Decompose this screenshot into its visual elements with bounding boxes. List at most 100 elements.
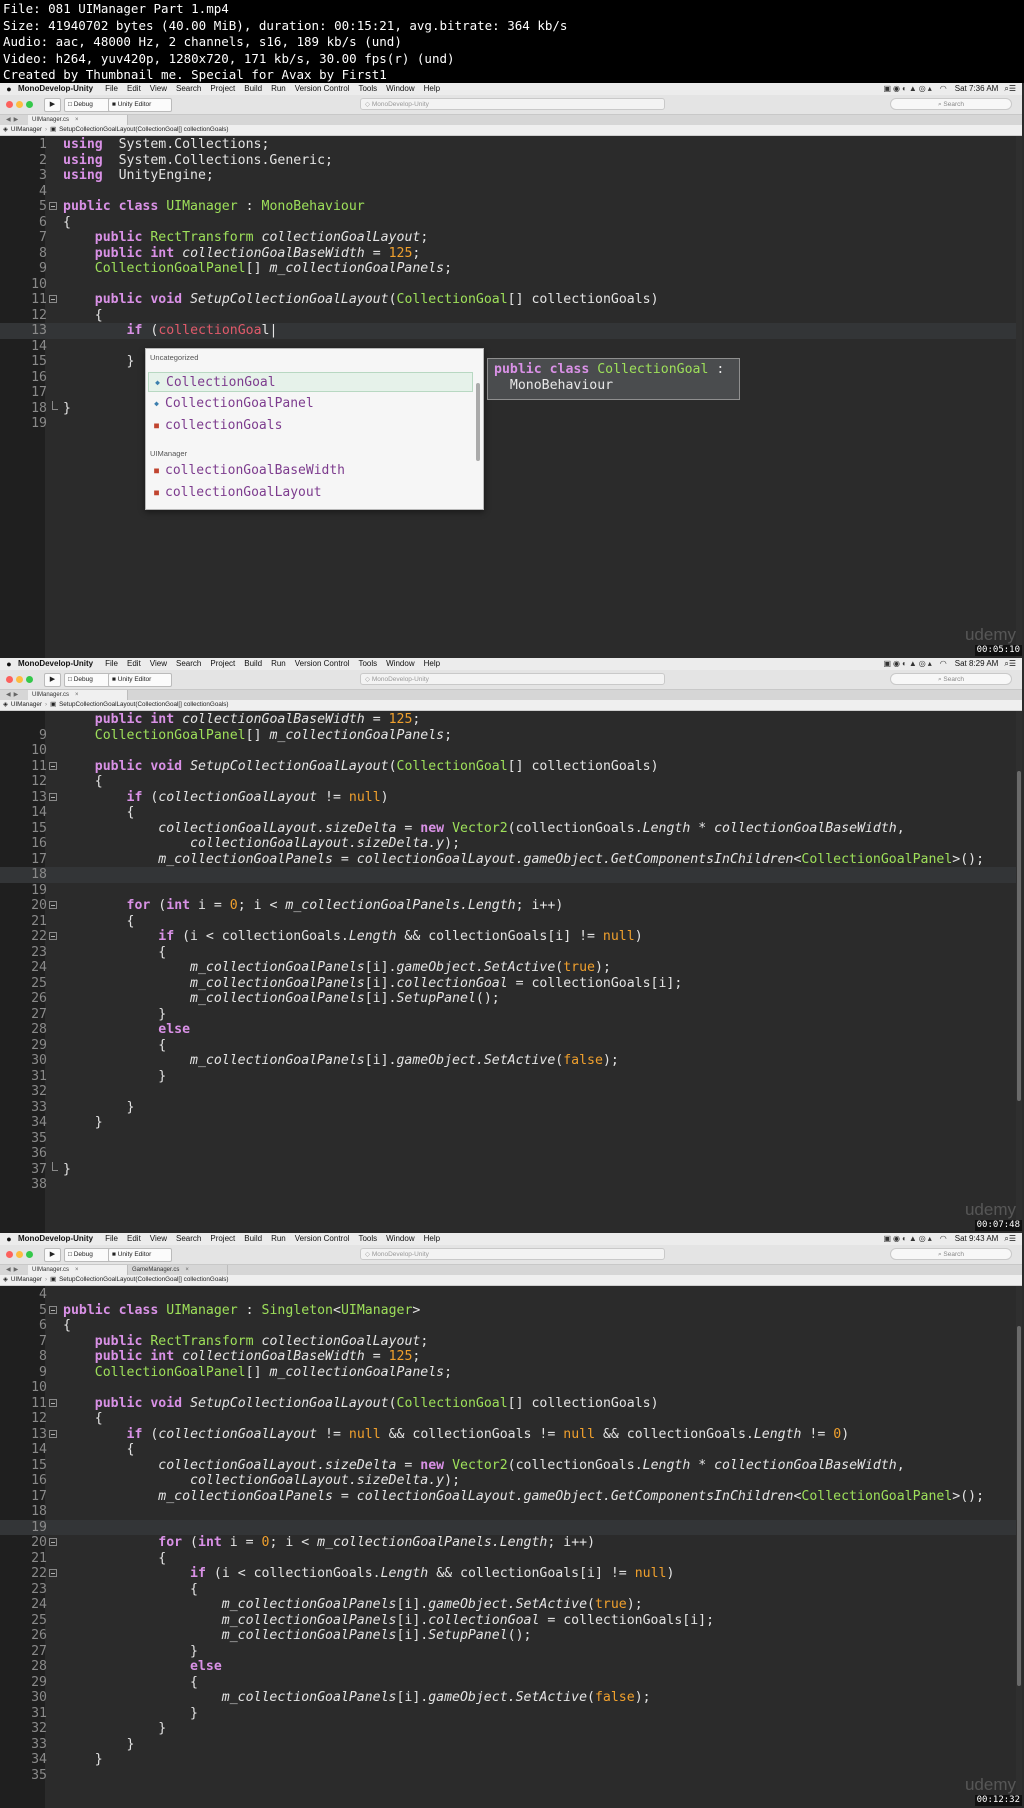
menu-item-window[interactable]: Window	[386, 1233, 414, 1245]
menu-item-run[interactable]: Run	[271, 83, 286, 95]
menu-item-search[interactable]: Search	[176, 83, 201, 95]
editor-vertical-scrollbar[interactable]	[1016, 136, 1022, 658]
menu-item-help[interactable]: Help	[424, 83, 440, 95]
menu-item-tools[interactable]: Tools	[358, 1233, 377, 1245]
menu-item-run[interactable]: Run	[271, 1233, 286, 1245]
menu-item-file[interactable]: File	[105, 1233, 118, 1245]
toolbar-search-input[interactable]: ⌕ Search	[890, 1248, 1012, 1260]
menu-item-build[interactable]: Build	[244, 1233, 262, 1245]
code-editor[interactable]: public int collectionGoalBaseWidth = 125…	[0, 711, 1022, 1233]
menu-item-version-control[interactable]: Version Control	[295, 658, 350, 670]
menu-item-project[interactable]: Project	[210, 1233, 235, 1245]
run-play-button[interactable]: ▶	[44, 1248, 61, 1262]
breadcrumb-class[interactable]: UIManager	[11, 701, 42, 708]
toolbar-search-input[interactable]: ⌕ Search	[890, 673, 1012, 685]
build-config-select[interactable]: □ Debug	[64, 673, 113, 687]
tab-nav-arrows-icon[interactable]: ◀▶	[6, 1265, 21, 1275]
tab-close-icon[interactable]: ×	[75, 117, 79, 123]
menu-item-build[interactable]: Build	[244, 658, 262, 670]
scrollbar-thumb[interactable]	[1017, 1326, 1021, 1686]
menu-app-name[interactable]: MonoDevelop-Unity	[18, 83, 93, 95]
tab-gamemanager-cs[interactable]: GameManager.cs ×	[128, 1265, 228, 1275]
fold-toggle-icon[interactable]	[49, 1398, 57, 1407]
window-minimize-button[interactable]	[16, 101, 23, 108]
window-close-button[interactable]	[6, 101, 13, 108]
breadcrumb-method[interactable]: SetupCollectionGoalLayout(CollectionGoal…	[59, 1276, 228, 1283]
menu-item-view[interactable]: View	[150, 83, 167, 95]
completion-item[interactable]: ◆ CollectionGoal	[148, 372, 473, 392]
completion-item[interactable]: ■ collectionGoals	[148, 416, 473, 436]
fold-toggle-icon[interactable]	[49, 1538, 57, 1546]
notification-list-icon[interactable]: ☰	[1009, 658, 1016, 670]
fold-toggle-icon[interactable]	[49, 901, 57, 909]
fold-toggle-icon[interactable]	[49, 761, 57, 770]
window-zoom-button[interactable]	[26, 676, 33, 683]
fold-toggle-icon[interactable]	[49, 1569, 57, 1577]
run-target-select[interactable]: ■ Unity Editor	[108, 673, 172, 687]
run-play-button[interactable]: ▶	[44, 98, 61, 112]
code-editor[interactable]: 1 using System.Collections; 2 using System.…	[0, 136, 1022, 658]
wifi-icon[interactable]: ◠	[940, 83, 949, 95]
menu-item-edit[interactable]: Edit	[127, 1233, 141, 1245]
menu-app-name[interactable]: MonoDevelop-Unity	[18, 658, 93, 670]
breadcrumb-method[interactable]: SetupCollectionGoalLayout(CollectionGoal…	[59, 126, 228, 133]
menu-item-file[interactable]: File	[105, 83, 118, 95]
wifi-icon[interactable]: ◠	[940, 658, 949, 670]
code-editor[interactable]: 4 5 public class UIManager : Singleton<UIM…	[0, 1286, 1022, 1808]
window-zoom-button[interactable]	[26, 101, 33, 108]
fold-toggle-icon[interactable]	[49, 1305, 57, 1314]
build-config-select[interactable]: □ Debug	[64, 98, 113, 112]
menu-item-search[interactable]: Search	[176, 1233, 201, 1245]
notification-list-icon[interactable]: ☰	[1009, 83, 1016, 95]
completion-item[interactable]: ◆ CollectionGoalPanel	[148, 394, 473, 414]
tab-nav-arrows-icon[interactable]: ◀▶	[6, 115, 21, 125]
apple-menu-icon[interactable]: ●	[0, 1233, 18, 1245]
menu-item-edit[interactable]: Edit	[127, 83, 141, 95]
window-minimize-button[interactable]	[16, 1251, 23, 1258]
menu-item-view[interactable]: View	[150, 658, 167, 670]
tab-close-icon[interactable]: ×	[185, 1267, 189, 1273]
wifi-icon[interactable]: ◠	[940, 1233, 949, 1245]
fold-toggle-icon[interactable]	[49, 932, 57, 940]
tab-close-icon[interactable]: ×	[75, 692, 79, 698]
apple-menu-icon[interactable]: ●	[0, 83, 18, 95]
build-config-select[interactable]: □ Debug	[64, 1248, 113, 1262]
notification-list-icon[interactable]: ☰	[1009, 1233, 1016, 1245]
menu-item-version-control[interactable]: Version Control	[295, 1233, 350, 1245]
tab-uimanager-cs[interactable]: UIManager.cs ×	[28, 115, 128, 125]
menu-item-tools[interactable]: Tools	[358, 83, 377, 95]
apple-menu-icon[interactable]: ●	[0, 658, 18, 670]
menu-item-help[interactable]: Help	[424, 1233, 440, 1245]
menu-item-search[interactable]: Search	[176, 658, 201, 670]
window-close-button[interactable]	[6, 1251, 13, 1258]
run-play-button[interactable]: ▶	[44, 673, 61, 687]
menu-item-version-control[interactable]: Version Control	[295, 83, 350, 95]
editor-vertical-scrollbar[interactable]	[1016, 711, 1022, 1233]
scrollbar-thumb[interactable]	[1017, 771, 1021, 1101]
menu-item-window[interactable]: Window	[386, 83, 414, 95]
fold-toggle-icon[interactable]	[49, 1429, 57, 1438]
menu-item-file[interactable]: File	[105, 658, 118, 670]
tab-uimanager-cs[interactable]: UIManager.cs ×	[28, 1265, 128, 1275]
tab-uimanager-cs[interactable]: UIManager.cs ×	[28, 690, 128, 700]
menu-item-tools[interactable]: Tools	[358, 658, 377, 670]
completion-scrollbar[interactable]	[476, 383, 480, 461]
autocomplete-popup[interactable]: Uncategorized ◆ CollectionGoal ◆ CollectionG…	[145, 348, 484, 510]
window-close-button[interactable]	[6, 676, 13, 683]
run-target-select[interactable]: ■ Unity Editor	[108, 98, 172, 112]
completion-item[interactable]: ■ collectionGoalBaseWidth	[148, 461, 473, 481]
menu-item-project[interactable]: Project	[210, 658, 235, 670]
breadcrumb-class[interactable]: UIManager	[11, 126, 42, 133]
fold-toggle-icon[interactable]	[49, 792, 57, 801]
tab-close-icon[interactable]: ×	[75, 1267, 79, 1273]
editor-vertical-scrollbar[interactable]	[1016, 1286, 1022, 1808]
menu-app-name[interactable]: MonoDevelop-Unity	[18, 1233, 93, 1245]
menu-item-project[interactable]: Project	[210, 83, 235, 95]
breadcrumb-method[interactable]: SetupCollectionGoalLayout(CollectionGoal…	[59, 701, 228, 708]
completion-item[interactable]: ■ collectionGoalLayout	[148, 483, 473, 503]
menu-item-build[interactable]: Build	[244, 83, 262, 95]
fold-toggle-icon[interactable]	[49, 202, 57, 210]
tab-nav-arrows-icon[interactable]: ◀▶	[6, 690, 21, 700]
menu-item-edit[interactable]: Edit	[127, 658, 141, 670]
menu-item-window[interactable]: Window	[386, 658, 414, 670]
